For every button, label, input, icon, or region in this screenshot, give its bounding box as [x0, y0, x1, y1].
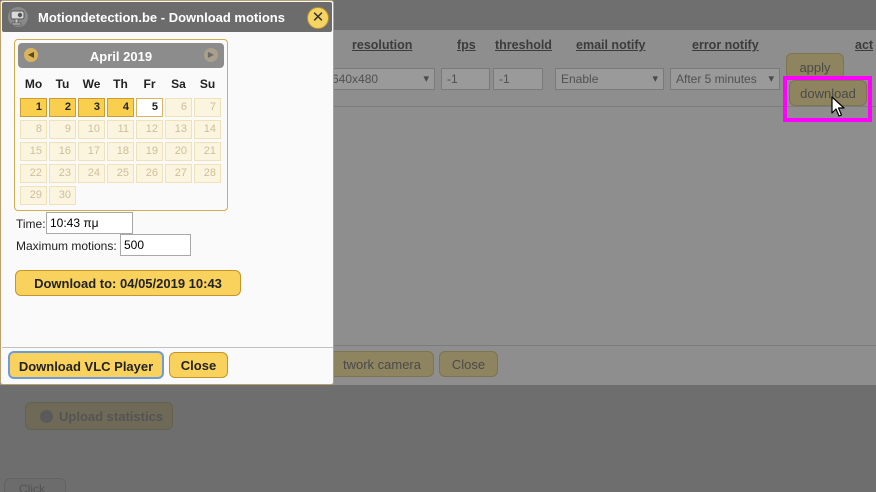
calendar-header: ◀ April 2019 ▶	[18, 43, 224, 68]
column-fps[interactable]: fps	[457, 38, 476, 52]
background-close-button[interactable]: Close	[439, 351, 498, 377]
calendar-day: 20	[165, 142, 192, 161]
resolution-select[interactable]: 640x480	[326, 68, 435, 90]
calendar-day: 13	[165, 120, 192, 139]
download-vlc-player-button[interactable]: Download VLC Player	[8, 351, 164, 379]
download-button-highlight	[783, 76, 872, 122]
threshold-value: -1	[499, 72, 510, 86]
calendar-day: 9	[49, 120, 76, 139]
time-label: Time:	[16, 217, 46, 231]
calendar-day: 8	[20, 120, 47, 139]
network-camera-button[interactable]: twork camera	[320, 351, 434, 377]
column-actions[interactable]: act	[855, 38, 873, 52]
dialog-titlebar[interactable]: Motiondetection.be - Download motions ✕	[2, 2, 332, 32]
calendar-day: 19	[136, 142, 163, 161]
calendar-day: 28	[194, 164, 221, 183]
calendar-day: 23	[49, 164, 76, 183]
calendar-month: April 2019	[89, 49, 153, 64]
column-threshold[interactable]: threshold	[495, 38, 552, 52]
weekday-label: Tu	[55, 77, 70, 91]
calendar-day[interactable]: 3	[78, 98, 105, 117]
resolution-value: 640x480	[332, 72, 379, 86]
dialog-title: Motiondetection.be - Download motions	[38, 10, 285, 25]
weekday-label: Th	[113, 77, 128, 91]
calendar-day[interactable]: 2	[49, 98, 76, 117]
calendar-day: 15	[20, 142, 47, 161]
calendar-day[interactable]: 4	[107, 98, 134, 117]
dialog-divider	[2, 347, 333, 348]
calendar-day: 16	[49, 142, 76, 161]
calendar-day: 24	[78, 164, 105, 183]
download-motions-dialog: Motiondetection.be - Download motions ✕ …	[0, 0, 334, 385]
column-error-notify[interactable]: error notify	[692, 38, 759, 52]
close-icon[interactable]: ✕	[307, 7, 329, 29]
download-to-button[interactable]: Download to: 04/05/2019 10:43	[15, 270, 241, 296]
divider	[333, 345, 876, 346]
email-notify-value: Enable	[561, 72, 599, 86]
calendar-day: 18	[107, 142, 134, 161]
email-notify-select[interactable]: Enable	[555, 68, 664, 90]
camera-icon	[8, 7, 28, 27]
info-icon	[40, 410, 53, 423]
next-month-icon[interactable]: ▶	[204, 48, 218, 62]
error-notify-value: After 5 minutes	[676, 72, 757, 86]
upload-statistics-button[interactable]: Upload statistics	[25, 402, 173, 430]
fps-input[interactable]: -1	[441, 68, 490, 90]
calendar-day: 6	[165, 98, 192, 117]
close-button[interactable]: Close	[169, 352, 228, 378]
maximum-motions-input[interactable]	[120, 234, 191, 256]
calendar-day: 26	[136, 164, 163, 183]
calendar-day: 11	[107, 120, 134, 139]
weekday-label: Sa	[171, 77, 186, 91]
calendar-day: 21	[194, 142, 221, 161]
column-email-notify[interactable]: email notify	[576, 38, 645, 52]
column-resolution[interactable]: resolution	[352, 38, 412, 52]
date-picker: ◀ April 2019 ▶ Mo Tu We Th Fr Sa Su 1234567891…	[14, 39, 228, 211]
calendar-day[interactable]: 5	[136, 98, 163, 117]
calendar-day: 12	[136, 120, 163, 139]
weekday-label: Mo	[24, 77, 43, 91]
background-small-button[interactable]: Click	[4, 478, 66, 492]
calendar-day: 17	[78, 142, 105, 161]
calendar-day: 7	[194, 98, 221, 117]
calendar-day[interactable]: 1	[20, 98, 47, 117]
fps-value: -1	[447, 72, 458, 86]
calendar-day: 27	[165, 164, 192, 183]
calendar-day: 30	[49, 186, 76, 205]
time-input[interactable]	[46, 212, 133, 234]
calendar-day: 25	[107, 164, 134, 183]
upload-statistics-label: Upload statistics	[59, 409, 164, 424]
calendar-day: 22	[20, 164, 47, 183]
weekday-label: Su	[199, 77, 216, 91]
threshold-input[interactable]: -1	[493, 68, 543, 90]
calendar-day: 10	[78, 120, 105, 139]
calendar-day: 29	[20, 186, 47, 205]
error-notify-select[interactable]: After 5 minutes	[670, 68, 780, 90]
calendar-day: 14	[194, 120, 221, 139]
mouse-cursor-icon	[831, 96, 845, 117]
maximum-motions-label: Maximum motions:	[16, 239, 117, 253]
weekday-label: Fr	[143, 77, 156, 91]
weekday-label: We	[82, 77, 101, 91]
